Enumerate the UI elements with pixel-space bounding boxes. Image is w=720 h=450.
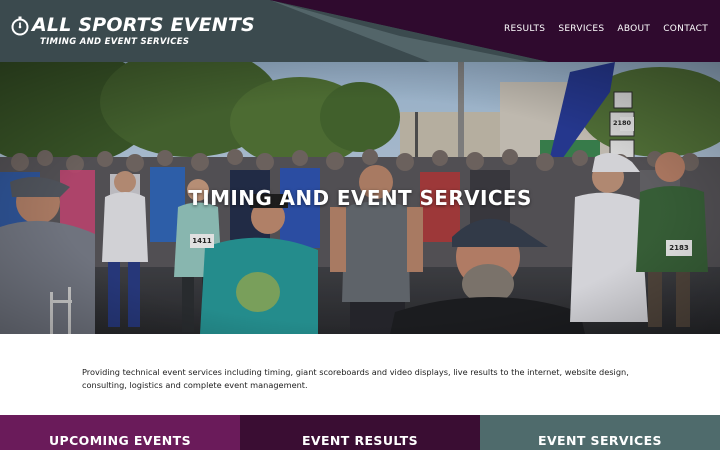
tile-event-results[interactable]: EVENT RESULTS (240, 415, 480, 450)
site-header: ALL SPORTS EVENTS TIMING AND EVENT SERVI… (0, 0, 720, 62)
tile-event-services[interactable]: EVENT SERVICES (480, 415, 720, 450)
nav-results[interactable]: RESULTS (504, 24, 545, 34)
tile-upcoming-events-label: UPCOMING EVENTS (48, 433, 192, 448)
main-nav: RESULTS SERVICES ABOUT CONTACT (504, 24, 708, 34)
site-logo[interactable]: ALL SPORTS EVENTS TIMING AND EVENT SERVI… (10, 14, 255, 50)
intro-description: Providing technical event services inclu… (82, 367, 629, 390)
stopwatch-icon (11, 16, 29, 36)
brand-title: ALL SPORTS EVENTS (32, 14, 255, 36)
hero-title: TIMING AND EVENT SERVICES (188, 186, 532, 210)
nav-contact[interactable]: CONTACT (663, 24, 708, 34)
nav-services[interactable]: SERVICES (558, 24, 604, 34)
hero-bib-3: 2180 (612, 119, 632, 127)
hero-bib-2: 2183 (669, 244, 689, 252)
tile-event-results-label: EVENT RESULTS (301, 433, 419, 448)
brand-subtitle: TIMING AND EVENT SERVICES (40, 37, 190, 47)
feature-tiles: UPCOMING EVENTS EVENT RESULTS EVENT SERV… (0, 415, 720, 450)
nav-about[interactable]: ABOUT (617, 24, 650, 34)
tile-upcoming-events[interactable]: UPCOMING EVENTS (0, 415, 240, 450)
hero-banner: 1411 2183 2180 TIMING AND EVENT SERVICES (0, 62, 720, 334)
tile-event-services-label: EVENT SERVICES (538, 433, 662, 448)
hero-bib-1: 1411 (192, 237, 212, 245)
